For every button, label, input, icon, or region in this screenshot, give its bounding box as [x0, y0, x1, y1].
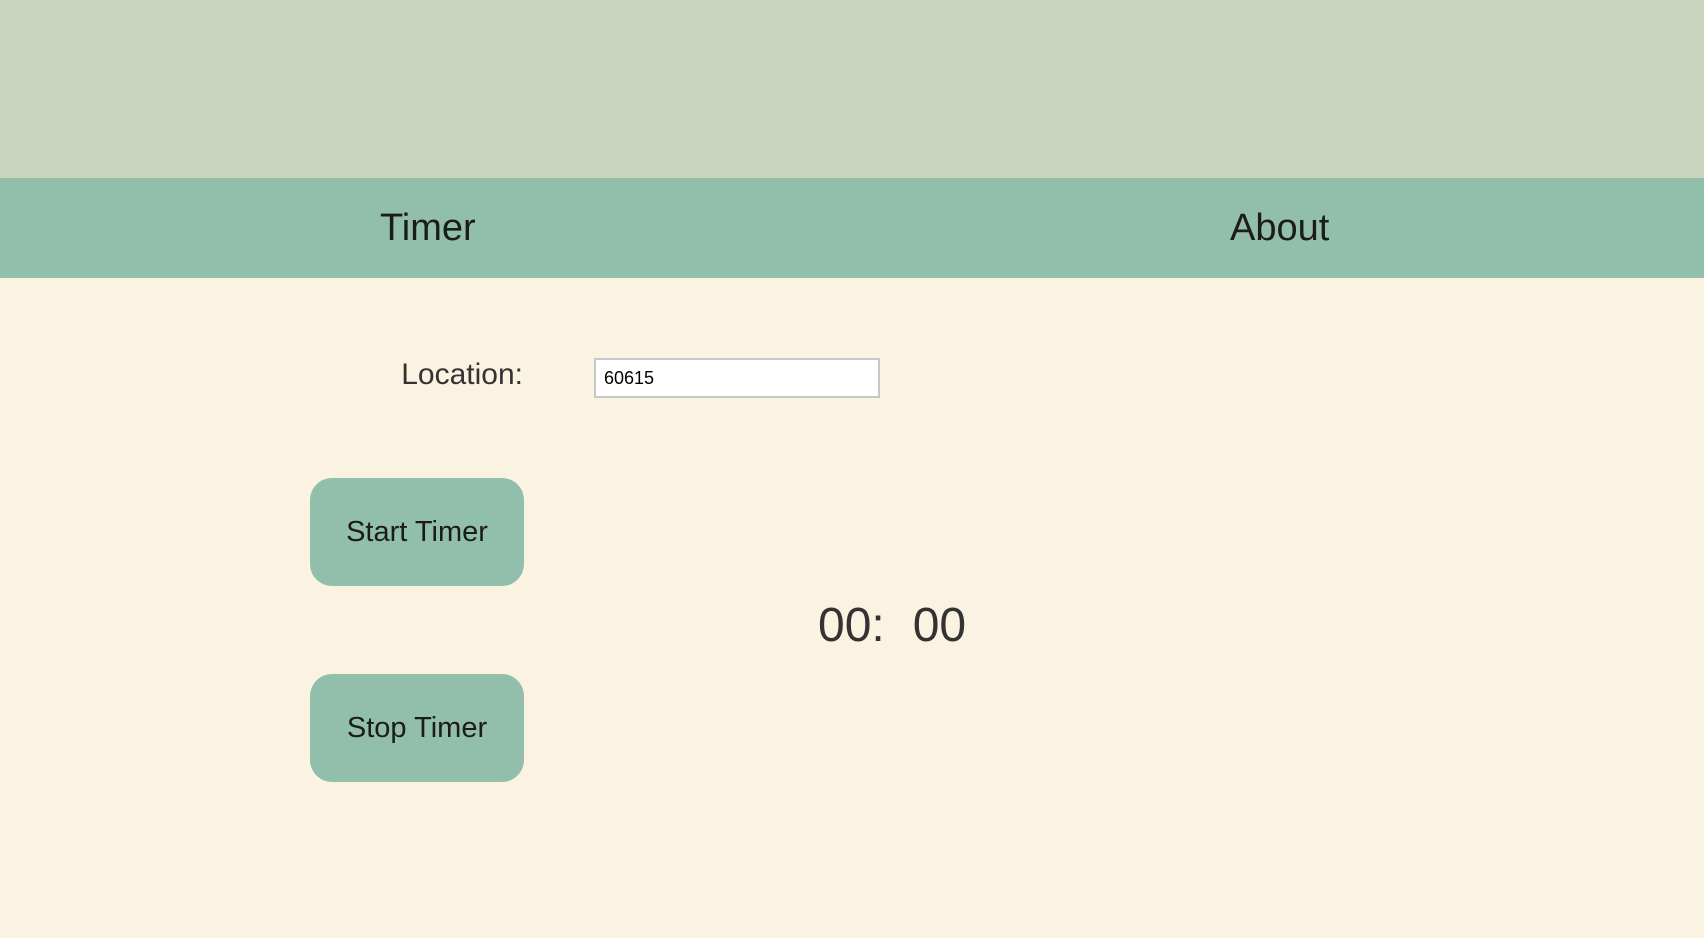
- location-input[interactable]: [594, 358, 880, 398]
- nav-link-timer[interactable]: Timer: [380, 178, 476, 278]
- timer-panel: Location: Start Timer Stop Timer 00:00: [0, 278, 1704, 938]
- stop-timer-button[interactable]: Stop Timer: [310, 674, 524, 782]
- timer-display: 00: 00: [818, 598, 966, 653]
- timer-minutes: 00: [818, 599, 872, 652]
- start-timer-button[interactable]: Start Timer: [310, 478, 524, 586]
- location-label: Location:: [401, 358, 523, 391]
- timer-separator: :: [871, 599, 885, 652]
- nav-link-about[interactable]: About: [1230, 178, 1329, 278]
- timer-seconds: 00: [912, 599, 967, 652]
- nav-bar: Timer About: [0, 178, 1704, 278]
- top-banner: [0, 0, 1704, 178]
